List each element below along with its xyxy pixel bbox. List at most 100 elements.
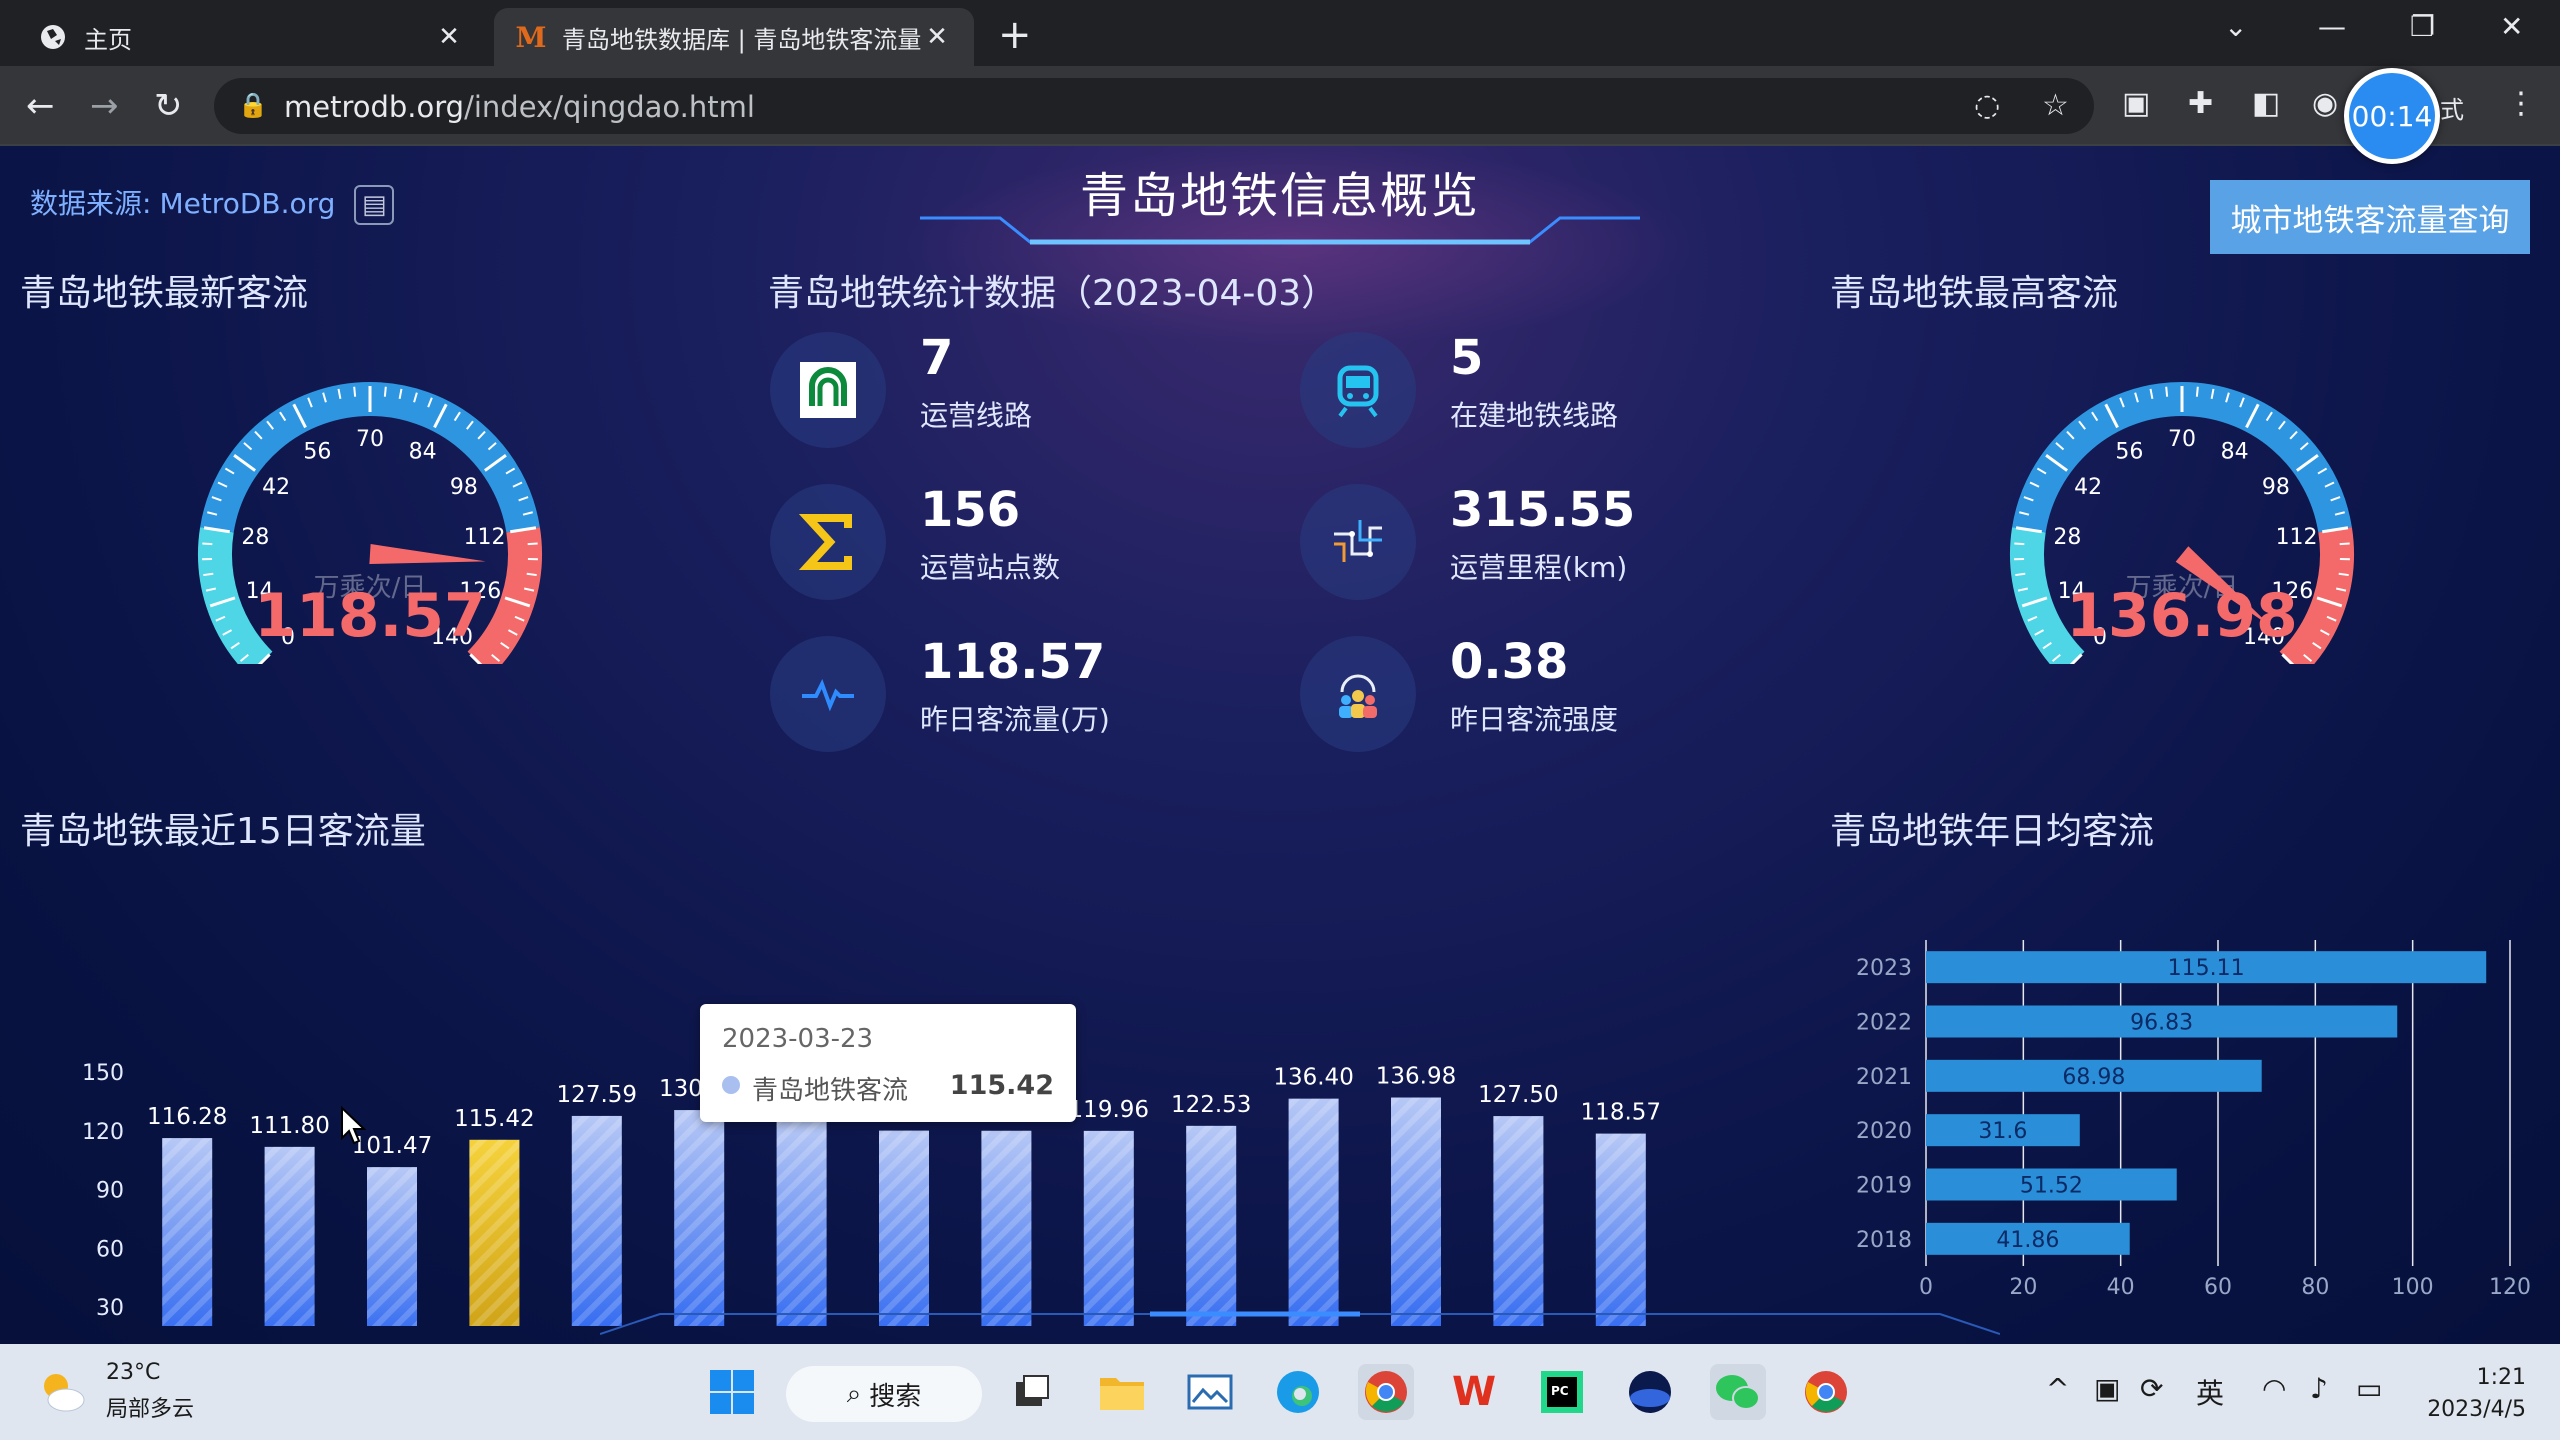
reload-icon[interactable]: ↻: [154, 86, 183, 126]
ime-indicator[interactable]: 英: [2196, 1372, 2224, 1412]
bar-value-label: 111.80: [249, 1113, 329, 1139]
profile-avatar[interactable]: ◉: [2312, 86, 2338, 121]
photos-icon[interactable]: [1182, 1364, 1238, 1420]
tab-home[interactable]: 主页 ✕: [16, 8, 486, 66]
url-text[interactable]: metrodb.org/index/qingdao.html: [284, 90, 755, 124]
stat-label: 运营站点数: [920, 551, 1061, 584]
tray-chevron-icon[interactable]: ^: [2046, 1372, 2069, 1405]
train-icon: [1300, 332, 1416, 448]
sidepanel-icon[interactable]: ◧: [2252, 86, 2280, 121]
new-tab-button[interactable]: +: [998, 12, 1032, 58]
gauge-tick-label: 112: [464, 525, 506, 550]
forward-icon[interactable]: →: [90, 86, 119, 126]
bookmark-star-icon[interactable]: ☆: [2042, 88, 2069, 123]
tab-close-icon[interactable]: ✕: [434, 22, 464, 52]
stat-value: 315.55: [1450, 482, 1636, 538]
task-view-icon[interactable]: [1004, 1364, 1060, 1420]
y-tick-label: 90: [96, 1179, 124, 1204]
globe-icon: [38, 22, 68, 52]
taskbar-search[interactable]: ⌕ 搜索: [786, 1366, 982, 1422]
bar-hatch: [1391, 1097, 1441, 1326]
y-tick-label: 150: [82, 1061, 124, 1086]
hbar-value-label: 51.52: [2020, 1174, 2083, 1199]
menu-kebab-icon[interactable]: ⋮: [2506, 86, 2536, 121]
svg-text:PC: PC: [1551, 1384, 1569, 1398]
stat-value: 5: [1450, 330, 1484, 386]
gauge-tick: [2338, 572, 2349, 577]
chrome-alt-icon[interactable]: [1798, 1364, 1854, 1420]
close-window-icon[interactable]: ✕: [2500, 10, 2523, 43]
gauge-tick-label: 56: [303, 440, 331, 465]
windows-start-icon[interactable]: [704, 1364, 760, 1420]
chrome-icon[interactable]: [1358, 1364, 1414, 1420]
extension-oo-icon[interactable]: ▣: [2122, 86, 2150, 121]
bar-hatch: [879, 1130, 929, 1326]
weather-widget[interactable]: 23°C 局部多云: [36, 1360, 194, 1423]
tooltip-value: 115.42: [949, 1070, 1054, 1101]
recording-timer[interactable]: 00:14: [2344, 68, 2440, 164]
bar-value-label: 136.98: [1376, 1064, 1456, 1090]
gauge-tick-label: 42: [2074, 475, 2102, 500]
gauge-tick: [2165, 386, 2169, 397]
gauge-tick: [202, 542, 213, 546]
tab-title: 青岛地铁数据库 | 青岛地铁客流量: [562, 25, 922, 54]
x-tick-label: 20: [2009, 1275, 2037, 1300]
y-tick-label: 60: [96, 1237, 124, 1262]
y-tick-label: 2021: [1856, 1065, 1912, 1090]
volume-icon[interactable]: ♪: [2310, 1372, 2328, 1405]
extensions-puzzle-icon[interactable]: ✚: [2188, 86, 2213, 121]
stat-operating-lines: 7 运营线路: [770, 330, 1270, 460]
taskbar-clock[interactable]: 1:21 2023/4/5: [2420, 1362, 2526, 1426]
section-title-yearly: 青岛地铁年日均客流: [1830, 811, 2155, 852]
restore-icon[interactable]: ❐: [2410, 10, 2435, 43]
gauge-tick: [526, 572, 537, 577]
section-title-latest: 青岛地铁最新客流: [20, 273, 309, 314]
bar-value-label: 115.42: [454, 1106, 534, 1132]
back-icon[interactable]: ←: [26, 86, 55, 126]
y-tick-label: 2018: [1856, 1228, 1912, 1253]
y-tick-label: 2019: [1856, 1174, 1912, 1199]
wps-icon[interactable]: W: [1446, 1364, 1502, 1420]
gauge-tick: [203, 572, 214, 577]
y-tick-label: 30: [96, 1296, 124, 1321]
battery-icon[interactable]: ▭: [2356, 1372, 2382, 1405]
bar-hatch: [1186, 1125, 1237, 1326]
gauge-tick: [383, 386, 387, 397]
city-flow-query-button[interactable]: 城市地铁客流量查询: [2210, 180, 2530, 254]
edge-browser-icon[interactable]: [1270, 1364, 1326, 1420]
eye-off-icon[interactable]: ◌: [1974, 88, 2000, 123]
search-icon: ⌕: [846, 1378, 862, 1409]
gauge-tick-label: 84: [409, 440, 437, 465]
globe-app-icon[interactable]: [1622, 1364, 1678, 1420]
weather-text: 局部多云: [106, 1397, 195, 1422]
bar-value-label: 116.28: [147, 1104, 227, 1130]
x-tick-label: 120: [2489, 1275, 2531, 1300]
tray-app-icon[interactable]: ▣: [2094, 1372, 2120, 1405]
bar-hatch: [1595, 1133, 1646, 1326]
gauge-tick-label: 84: [2221, 440, 2249, 465]
pycharm-icon[interactable]: PC: [1534, 1364, 1590, 1420]
address-bar[interactable]: 🔒 metrodb.org/index/qingdao.html ◌ ☆: [214, 78, 2094, 134]
stat-value: 7: [920, 330, 954, 386]
gauge-tick-label: 42: [262, 475, 290, 500]
file-explorer-icon[interactable]: [1094, 1364, 1150, 1420]
source-link[interactable]: MetroDB.org: [159, 187, 335, 220]
gauge-tick: [2339, 542, 2350, 546]
bar-hatch: [469, 1139, 520, 1326]
sync-icon[interactable]: ⟳: [2140, 1372, 2163, 1405]
gauge-value: 136.98: [2066, 581, 2298, 651]
wifi-icon[interactable]: ◠: [2262, 1372, 2286, 1405]
hbar-value-label: 68.98: [2062, 1065, 2125, 1090]
tab-search-icon[interactable]: ⌄: [2224, 10, 2247, 43]
tooltip-date: 2023-03-23: [722, 1024, 874, 1054]
minimize-icon[interactable]: —: [2318, 10, 2346, 43]
tab-close-icon[interactable]: ✕: [922, 22, 952, 52]
sigma-icon: [770, 484, 886, 600]
yearly-hbar-chart[interactable]: 0 20 40 60 80 100 120 115.11 2023 96.83 2022 68.98 2…: [1820, 936, 2560, 1336]
wechat-icon[interactable]: [1710, 1364, 1766, 1420]
stat-label: 运营里程(km): [1450, 551, 1628, 584]
x-tick-label: 100: [2392, 1275, 2434, 1300]
hbar-value-label: 41.86: [1996, 1228, 2059, 1253]
tab-metrodb[interactable]: M 青岛地铁数据库 | 青岛地铁客流量 ✕: [494, 8, 974, 66]
windows-taskbar: 23°C 局部多云 ⌕ 搜索 W PC ^ ▣ ⟳ 英 ◠ ♪ ▭ 1:21 20…: [0, 1344, 2560, 1440]
